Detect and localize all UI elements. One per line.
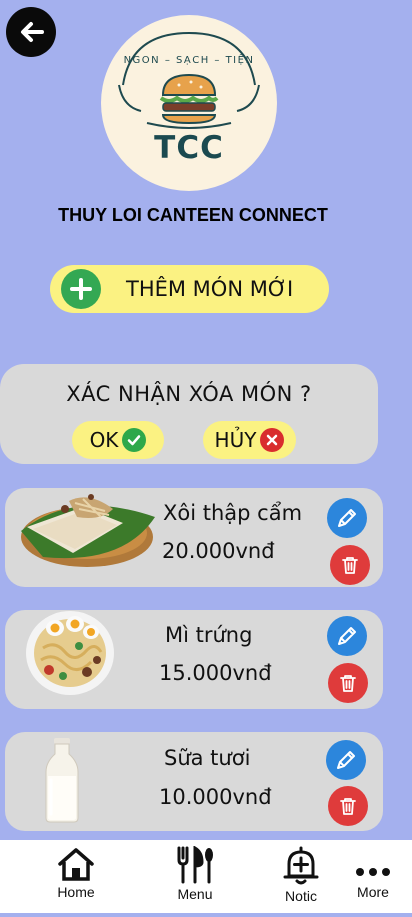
nav-label-menu: Menu xyxy=(177,886,213,902)
trash-icon xyxy=(342,557,358,574)
milk-bottle-image xyxy=(45,738,79,823)
egg-noodles-image xyxy=(26,611,114,695)
ok-label: OK xyxy=(89,428,119,452)
menu-item-card: Sữa tươi 10.000vnđ xyxy=(5,732,383,831)
nav-label-home: Home xyxy=(57,884,95,900)
x-circle-icon xyxy=(260,428,285,452)
nav-item-notice[interactable]: Notic xyxy=(283,846,319,904)
bottom-nav: Home Menu Notic More xyxy=(0,840,412,917)
cancel-button[interactable]: HỦY xyxy=(203,421,296,459)
nav-item-menu[interactable]: Menu xyxy=(176,846,214,902)
utensils-icon xyxy=(177,846,213,884)
menu-item-price: 10.000vnđ xyxy=(159,785,272,809)
nav-label-notice: Notic xyxy=(285,888,317,904)
plus-circle-icon xyxy=(61,269,101,309)
menu-item-card: Xôi thập cẩm 20.000vnđ xyxy=(5,488,383,587)
logo-tagline: NGON – SẠCH – TIỆN xyxy=(123,55,255,66)
trash-icon xyxy=(340,798,356,815)
more-icon xyxy=(356,868,390,876)
logo-text: TCC xyxy=(154,130,224,166)
add-new-item-label: THÊM MÓN MỚI xyxy=(126,277,294,301)
pencil-icon xyxy=(337,751,355,769)
bottom-edge xyxy=(0,913,412,917)
nav-label-more: More xyxy=(357,884,389,900)
edit-item-button[interactable] xyxy=(327,498,367,538)
trash-icon xyxy=(340,675,356,692)
confirm-question: XÁC NHẬN XÓA MÓN ? xyxy=(66,382,312,406)
burger-icon xyxy=(159,73,219,125)
menu-item-name: Xôi thập cẩm xyxy=(163,501,303,525)
pencil-icon xyxy=(338,509,356,527)
arrow-left-icon xyxy=(21,22,44,42)
cancel-label: HỦY xyxy=(214,428,257,452)
back-button[interactable] xyxy=(6,7,56,57)
edit-item-button[interactable] xyxy=(326,740,366,780)
delete-item-button[interactable] xyxy=(328,786,368,826)
home-icon xyxy=(58,848,94,881)
pencil-icon xyxy=(338,627,356,645)
edit-item-button[interactable] xyxy=(327,616,367,656)
add-new-item-button[interactable]: THÊM MÓN MỚI xyxy=(50,265,329,313)
nav-item-more[interactable]: More xyxy=(355,854,391,900)
app-title: THUY LOI CANTEEN CONNECT xyxy=(58,205,328,225)
ok-button[interactable]: OK xyxy=(72,421,164,459)
bell-plus-icon xyxy=(283,846,319,885)
delete-item-button[interactable] xyxy=(330,545,370,585)
delete-item-button[interactable] xyxy=(328,663,368,703)
nav-item-home[interactable]: Home xyxy=(56,846,96,900)
menu-item-name: Sữa tươi xyxy=(164,746,251,770)
menu-item-card: Mì trứng 15.000vnđ xyxy=(5,610,383,709)
menu-item-price: 15.000vnđ xyxy=(159,661,272,685)
menu-item-price: 20.000vnđ xyxy=(162,539,275,563)
confirm-delete-dialog: XÁC NHẬN XÓA MÓN ? OK HỦY xyxy=(0,364,378,464)
app-logo: NGON – SẠCH – TIỆN TCC xyxy=(101,15,277,191)
menu-item-name: Mì trứng xyxy=(165,623,253,647)
check-circle-icon xyxy=(122,428,147,452)
sticky-rice-image xyxy=(21,494,155,567)
